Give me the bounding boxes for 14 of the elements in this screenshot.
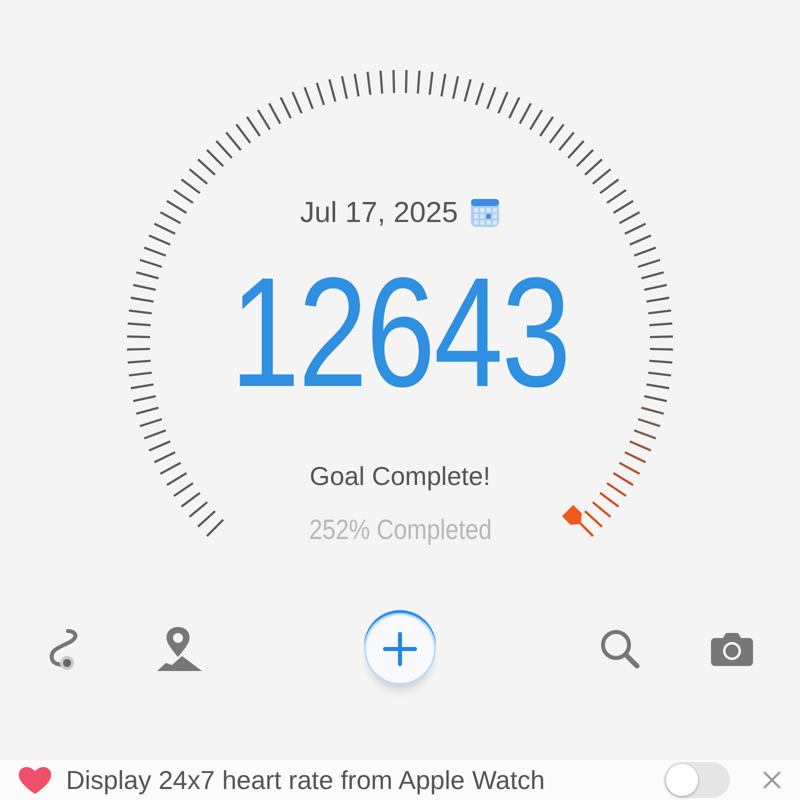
progress-marker [562, 504, 582, 525]
calendar-icon[interactable] [470, 198, 500, 228]
date-label: Jul 17, 2025 [300, 196, 458, 230]
banner-text: Display 24x7 heart rate from Apple Watch [66, 764, 546, 796]
step-count: 12643 [230, 255, 570, 411]
map-pin-icon[interactable] [156, 625, 204, 673]
goal-status: Goal Complete! [310, 461, 490, 492]
plus-icon [383, 632, 417, 666]
toggle-switch[interactable] [664, 762, 730, 798]
percent-completed: 252% Completed [308, 514, 492, 546]
heart-icon [18, 765, 52, 795]
search-icon[interactable] [599, 628, 641, 670]
camera-icon[interactable] [711, 632, 753, 666]
close-icon[interactable] [762, 770, 782, 790]
